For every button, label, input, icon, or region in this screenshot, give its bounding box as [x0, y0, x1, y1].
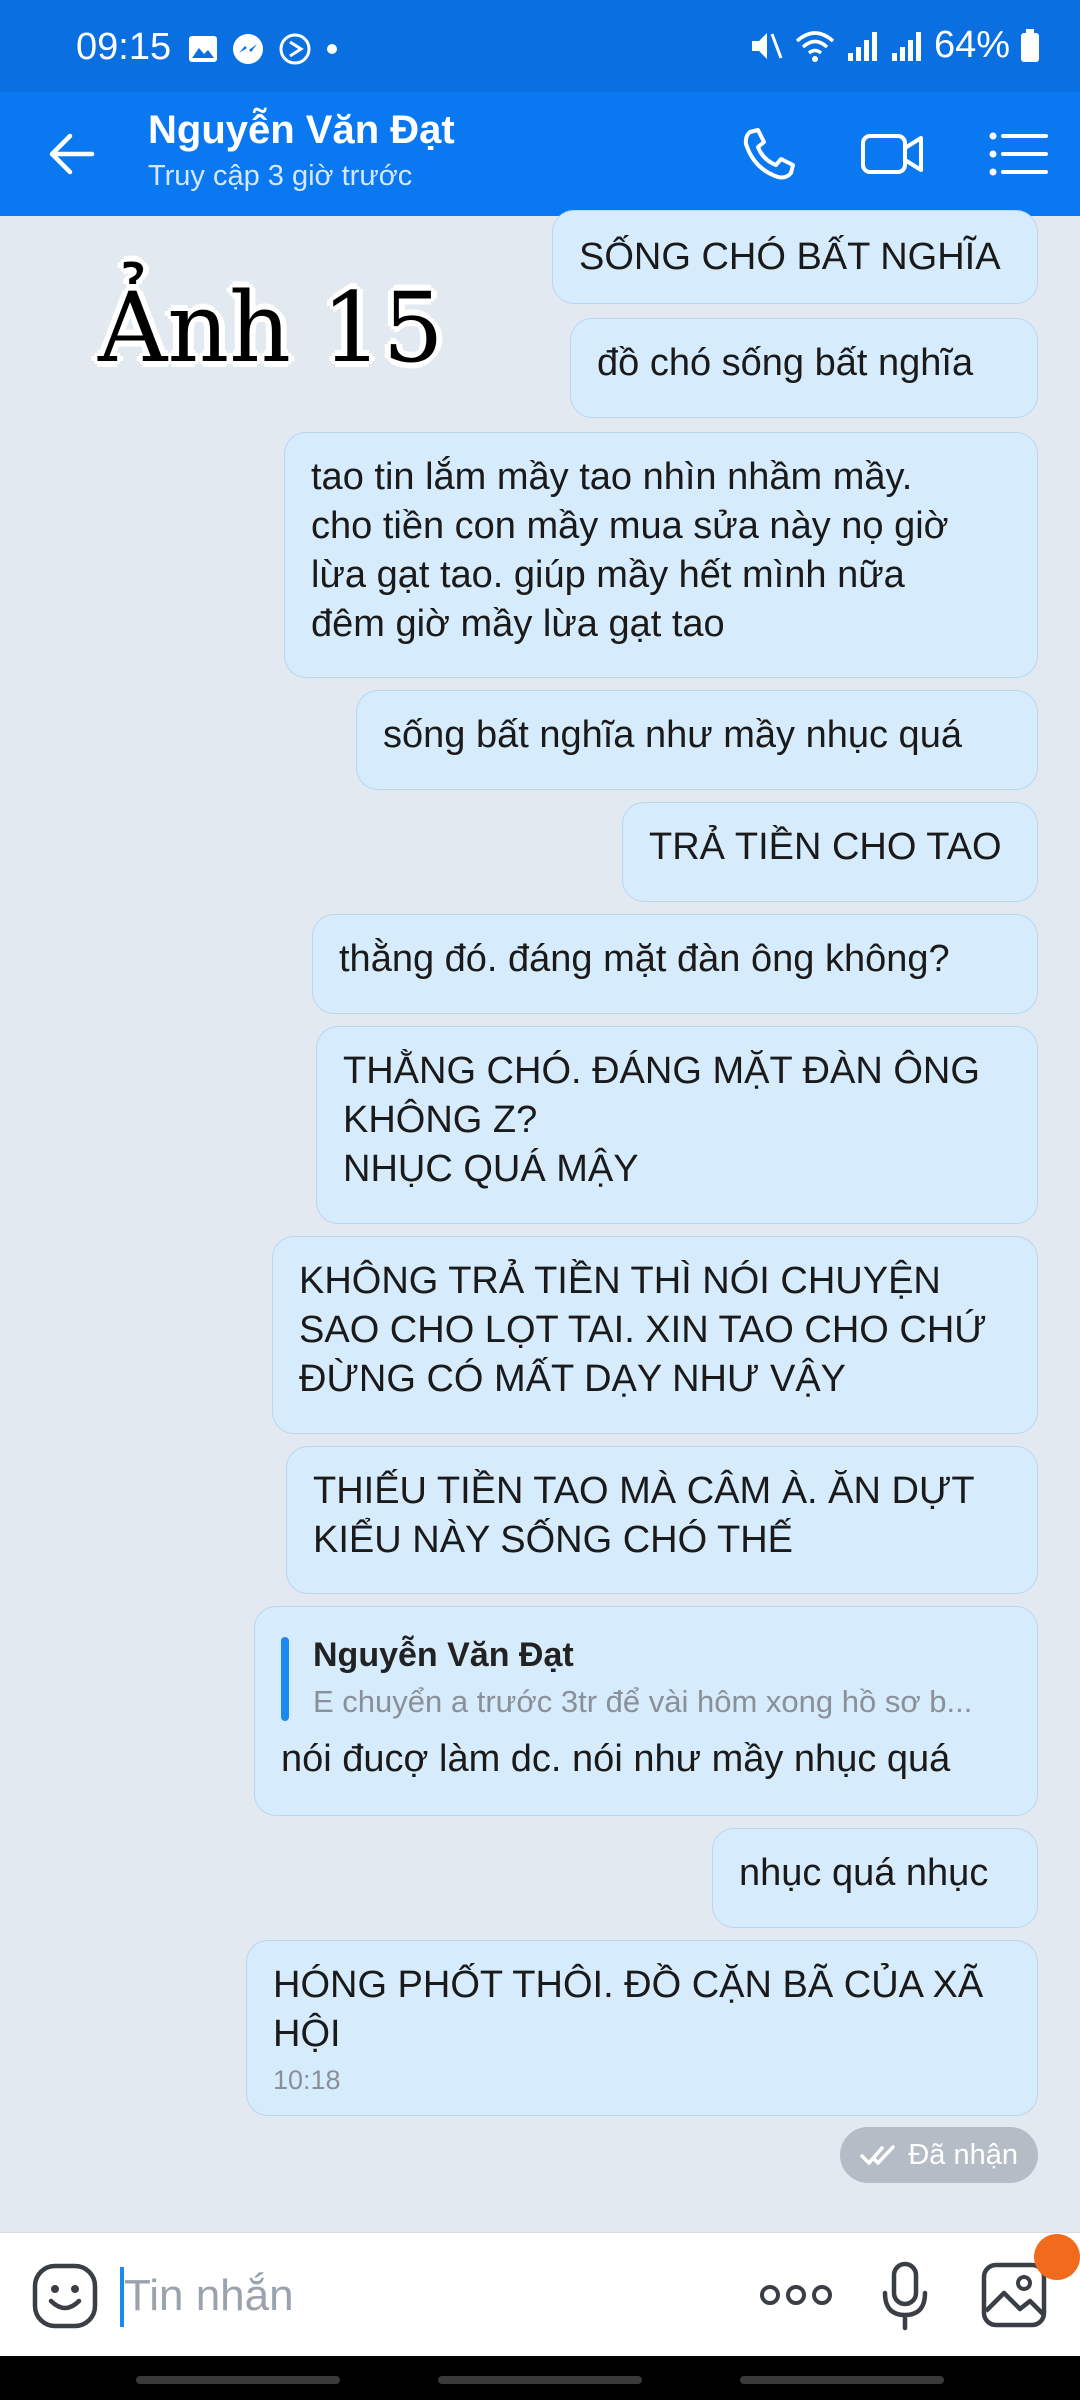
image-picker-icon[interactable] — [980, 2261, 1048, 2329]
message-time: 10:18 — [273, 2065, 341, 2095]
phone-icon[interactable] — [736, 124, 800, 184]
message-bubble[interactable]: SỐNG CHÓ BẤT NGHĨA — [552, 210, 1038, 304]
message-bubble[interactable]: KHÔNG TRẢ TIỀN THÌ NÓI CHUYỆN SAO CHO LỌ… — [272, 1236, 1038, 1434]
message-bubble[interactable]: THIẾU TIỀN TAO MÀ CÂM À. ĂN DỰT KIỂU NÀY… — [286, 1446, 1038, 1594]
chat-header: Nguyễn Văn Đạt Truy cập 3 giờ trước — [0, 92, 1080, 216]
message-bubble[interactable]: THẰNG CHÓ. ĐÁNG MẶT ĐÀN ÔNG KHÔNG Z? NHỤ… — [316, 1026, 1038, 1224]
signal-icon-2 — [891, 31, 921, 61]
message-text: HÓNG PHỐT THÔI. ĐỒ CẶN BÃ CỦA XÃ HỘI — [273, 1964, 984, 2055]
notification-icons — [188, 32, 338, 66]
back-arrow-icon[interactable] — [40, 122, 104, 186]
last-seen: Truy cập 3 giờ trước — [148, 160, 413, 192]
message-bubble[interactable]: sống bất nghĩa như mầy nhục quá — [356, 690, 1038, 790]
message-composer: Tin nhắn — [0, 2232, 1080, 2357]
menu-list-icon[interactable] — [986, 124, 1050, 184]
message-input[interactable]: Tin nhắn — [124, 2271, 294, 2321]
signal-icon — [847, 31, 877, 61]
overlay-label: Ảnh 15 — [98, 272, 444, 384]
message-text: nói đucợ làm dc. nói như mầy nhục quá — [281, 1738, 951, 1780]
mute-icon — [751, 32, 783, 59]
status-time: 09:15 — [76, 26, 172, 68]
quoted-snippet[interactable]: E chuyển a trước 3tr để vài hôm xong hồ … — [313, 1677, 1013, 1726]
sync-icon — [279, 33, 311, 65]
message-bubble-last[interactable]: HÓNG PHỐT THÔI. ĐỒ CẶN BÃ CỦA XÃ HỘI 10:… — [246, 1940, 1038, 2116]
status-bar: 09:15 64% — [0, 0, 1080, 92]
message-bubble[interactable]: thằng đó. đáng mặt đàn ông không? — [312, 914, 1038, 1014]
message-bubble[interactable]: TRẢ TIỀN CHO TAO — [622, 802, 1038, 902]
quote-bar — [281, 1637, 289, 1721]
system-nav-bar — [0, 2356, 1080, 2400]
wifi-icon — [795, 30, 835, 62]
microphone-icon[interactable] — [880, 2261, 930, 2331]
battery-level: 64% — [933, 24, 1010, 66]
message-bubble[interactable]: đồ chó sống bất nghĩa — [570, 318, 1038, 418]
message-bubble[interactable]: tao tin lắm mầy tao nhìn nhầm mầy. cho t… — [284, 432, 1038, 678]
delivery-status-text: Đã nhận — [908, 2138, 1018, 2171]
battery-icon — [1021, 28, 1039, 62]
double-check-icon — [860, 2145, 896, 2165]
nav-back[interactable] — [740, 2376, 944, 2384]
contact-name[interactable]: Nguyễn Văn Đạt — [148, 108, 455, 153]
reply-message-bubble[interactable]: Nguyễn Văn Đạt E chuyển a trước 3tr để v… — [254, 1606, 1038, 1816]
nav-home[interactable] — [438, 2376, 642, 2384]
video-call-icon[interactable] — [860, 124, 924, 184]
message-bubble[interactable]: nhục quá nhục — [712, 1828, 1038, 1928]
gallery-icon — [189, 36, 217, 62]
more-options-icon[interactable] — [758, 2275, 834, 2315]
quoted-sender: Nguyễn Văn Đạt — [313, 1636, 574, 1674]
delivery-status-badge: Đã nhận — [840, 2127, 1038, 2183]
nav-recent[interactable] — [136, 2376, 340, 2384]
messenger-icon — [233, 34, 263, 64]
emoji-icon[interactable] — [32, 2263, 98, 2329]
system-status: 64% — [748, 24, 1040, 67]
notification-badge-icon[interactable] — [1034, 2234, 1080, 2280]
dot-icon — [327, 44, 337, 54]
